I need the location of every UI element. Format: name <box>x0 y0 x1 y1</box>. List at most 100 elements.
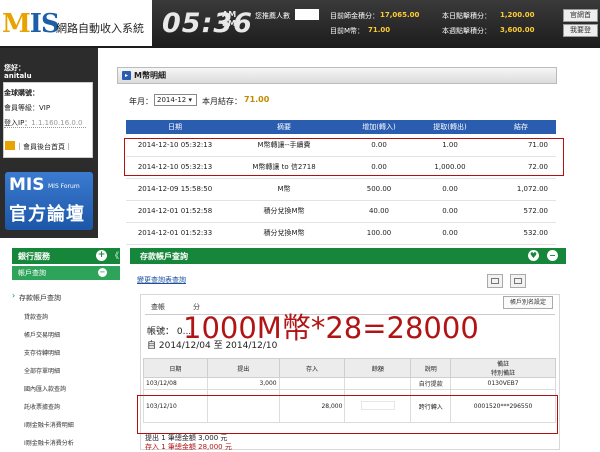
highlight-box-transfer <box>124 138 564 176</box>
sidebar-item-loan[interactable]: 貸款查詢 <box>24 312 48 321</box>
company-label: 金球購號： <box>4 89 39 97</box>
site-points-value: 17,065.00 <box>380 11 420 19</box>
table-row: 2014-12-01 01:52:58 積分兌換M幣 40.00 0.00 57… <box>126 200 556 223</box>
minimize-icon[interactable]: − <box>547 250 558 261</box>
balance-value: 71.00 <box>244 95 270 104</box>
cell-description: 自行提款 <box>410 377 452 390</box>
cell-remark: 0130VEB7 <box>450 377 556 390</box>
cell-date: 2014-12-01 01:52:33 <box>126 222 224 245</box>
annotation-note: 1000M幣*28=28000 <box>183 311 479 345</box>
home-icon <box>5 141 15 150</box>
clock-ampm: AM PM <box>222 10 236 28</box>
week-points-label: 本週點擊積分： <box>442 27 491 35</box>
account-query-label: 帳戶查詢 <box>18 269 46 277</box>
highlight-box-deposit <box>137 395 558 434</box>
logo-letters-is: IS <box>29 9 60 39</box>
cell-date: 103/12/08 <box>143 377 208 390</box>
login-ip-label: 登入IP： <box>4 119 32 127</box>
col-date: 日期 <box>143 358 208 378</box>
sidebar-item-pending[interactable]: 支存待轉明細 <box>24 348 60 357</box>
col-summary: 摘要 <box>224 120 344 134</box>
cell-summary: 積分兌換M幣 <box>224 222 344 245</box>
deposit-summary: 存入 1 筆總金額 28,000 元 <box>145 443 232 451</box>
sidebar-item-deposit-query[interactable]: 存款帳戶查詢 <box>19 293 61 303</box>
list-view-icon[interactable] <box>487 274 503 288</box>
logo-subtitle: 網路自動收入系統 <box>56 22 144 35</box>
member-level: 會員等級：VIP <box>4 104 51 112</box>
tab-statement[interactable]: 查帳 <box>151 302 165 312</box>
sidebar-item-collection[interactable]: 託收票據查詢 <box>24 402 60 411</box>
clock-pm: PM <box>222 19 236 28</box>
divider <box>4 127 86 128</box>
official-home-button[interactable]: 官網首 <box>563 9 598 22</box>
forum-title: 官方論壇 <box>9 204 85 225</box>
sidebar-item-transactions[interactable]: 帳戶交易明細 <box>24 330 60 339</box>
col-out: 提取(轉出) <box>414 120 486 134</box>
table-row: 2014-12-09 15:58:50 M幣 500.00 0.00 1,072… <box>126 178 556 201</box>
cell-balance: 572.00 <box>486 200 556 223</box>
sidebar-item-all-deposits[interactable]: 全部存單明細 <box>24 366 60 375</box>
deposit-panel-header <box>130 248 566 264</box>
cell-out: 0.00 <box>414 178 486 201</box>
cell-in: 500.00 <box>344 178 414 201</box>
m-detail-title-bar: ▸ M幣明細 <box>117 67 557 84</box>
m-coin-label: 目前M幣： <box>330 27 365 35</box>
cell-balance: 1,072.00 <box>486 178 556 201</box>
site-points-label: 目前師金積分： <box>330 12 379 20</box>
col-in: 增加(轉入) <box>344 120 414 134</box>
plus-icon[interactable]: + <box>96 250 107 261</box>
grid-view-icon[interactable] <box>510 274 526 288</box>
cell-balance: 532.00 <box>486 222 556 245</box>
account-alias-button[interactable]: 帳戶別名設定 <box>503 296 553 309</box>
cell-deposit <box>278 377 346 390</box>
cell-out: 0.00 <box>414 200 486 223</box>
year-month-select[interactable]: 2014-12 ▾ <box>154 94 197 106</box>
forum-subtitle: MIS Forum <box>48 183 80 190</box>
week-points-value: 3,600.00 <box>500 26 535 34</box>
balance-label: 本月結存： <box>202 97 242 106</box>
sidebar-item-card-analysis[interactable]: Ⅰ剛金融卡消費分析 <box>24 438 74 447</box>
cell-summary: M幣 <box>224 178 344 201</box>
sidebar-item-remittance[interactable]: 國內匯入款查詢 <box>24 384 66 393</box>
cell-in: 40.00 <box>344 200 414 223</box>
deposit-panel-title: 存款帳戶查詢 <box>140 252 188 261</box>
forum-logo: MIS <box>9 175 45 195</box>
collapse-icon[interactable]: 《 <box>111 250 119 261</box>
online-label: 您推薦人數 <box>255 12 290 20</box>
clock-time: 05:36 <box>162 8 253 39</box>
change-query-link[interactable]: 變更查詢表查詢 <box>137 275 186 285</box>
m-detail-title: M幣明細 <box>134 71 166 80</box>
col-balance: 餘額 <box>344 358 412 378</box>
today-points-label: 本日點擊積分： <box>442 12 491 20</box>
col-description: 說明 <box>410 358 452 378</box>
chevron-right-icon: › <box>12 291 16 300</box>
col-remark: 備註 特別備註 <box>450 358 556 378</box>
sidebar-item-card-detail[interactable]: Ⅰ剛金融卡消費明細 <box>24 420 74 429</box>
cell-date: 2014-12-01 01:52:58 <box>126 200 224 223</box>
online-count-box <box>295 9 319 20</box>
col-withdraw: 提出 <box>206 358 280 378</box>
official-forum-banner[interactable]: MIS MIS Forum 官方論壇 <box>5 172 93 230</box>
member-home-link[interactable]: ｜會員後台首頁｜ <box>16 142 72 152</box>
heart-icon[interactable]: ♥ <box>528 250 539 261</box>
table-row: 103/12/08 3,000 自行提款 0130VEB7 <box>143 377 556 390</box>
logo-letters: MIS <box>2 9 60 39</box>
year-month-label: 年月： <box>129 97 153 106</box>
today-points-value: 1,200.00 <box>500 11 535 19</box>
minus-icon[interactable]: − <box>98 268 107 277</box>
cell-balance <box>344 377 412 390</box>
table-row: 2014-12-01 01:52:33 積分兌換M幣 100.00 0.00 5… <box>126 222 556 245</box>
username: anitalu <box>4 72 32 80</box>
site-logo[interactable]: MIS 網路自動收入系統 <box>0 0 152 46</box>
member-button[interactable]: 我要登 <box>563 24 598 37</box>
cell-summary: 積分兌換M幣 <box>224 200 344 223</box>
list-icon: ▸ <box>122 71 131 80</box>
col-deposit: 存入 <box>278 358 346 378</box>
bank-sidebar-title: 銀行服務 <box>18 252 50 261</box>
cell-date: 2014-12-09 15:58:50 <box>126 178 224 201</box>
table-header-row: 日期 摘要 增加(轉入) 提取(轉出) 結存 <box>126 120 556 134</box>
login-ip-value: 1.1.160.16.0.0 <box>31 119 83 127</box>
cell-out: 0.00 <box>414 222 486 245</box>
col-balance: 結存 <box>486 120 556 134</box>
col-date: 日期 <box>126 120 224 134</box>
